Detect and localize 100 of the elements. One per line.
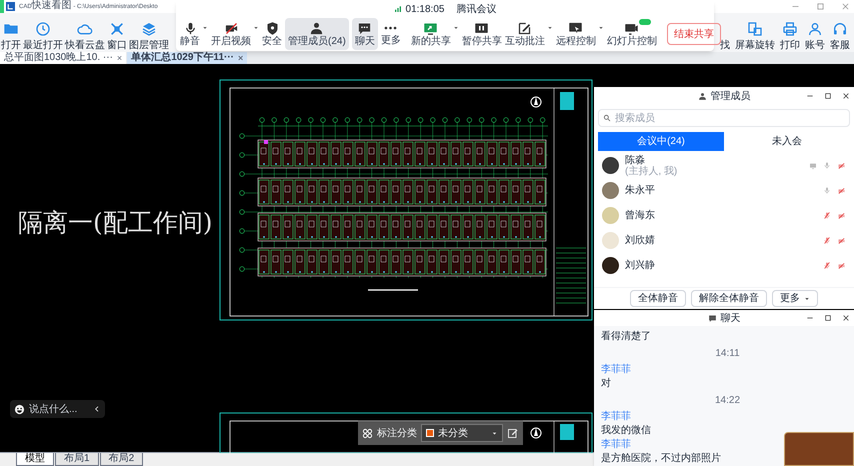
sender-name: 李菲菲: [601, 438, 632, 452]
screen-share-icon: [423, 20, 438, 36]
person-icon: [309, 20, 324, 36]
layers-icon: [141, 20, 157, 36]
comment-input[interactable]: 说点什么...: [29, 402, 85, 416]
message-time: 14:22: [714, 394, 740, 408]
toolbar-button[interactable]: 互动批注: [504, 18, 553, 50]
toolbar-button[interactable]: 账号: [805, 14, 825, 50]
drawing-label: 隔离一(配工作间): [18, 207, 213, 239]
remote-control-icon: [568, 20, 584, 36]
caret-icon: [546, 25, 553, 31]
pen-annotation-icon: [517, 20, 532, 36]
camera-off-icon[interactable]: [837, 162, 846, 170]
toolbar-button[interactable]: 开启视频: [211, 18, 259, 50]
avatar: [602, 207, 619, 224]
toolbar-button[interactable]: 新的共享: [410, 18, 459, 50]
caret-icon: [804, 296, 810, 302]
toolbar-button[interactable]: 暂停共享: [462, 18, 502, 50]
panel-button[interactable]: 全体静音: [630, 290, 686, 307]
toolbar-button[interactable]: 打印: [780, 14, 800, 50]
toolbar-button[interactable]: 更多: [380, 18, 401, 50]
avatar: [602, 232, 619, 249]
headset-icon: [832, 20, 848, 36]
member-name: 曾海东: [625, 210, 655, 221]
clock-icon: [35, 20, 51, 36]
layout-tab[interactable]: 布局2: [100, 453, 144, 466]
members-tab[interactable]: 会议中(24): [598, 132, 724, 151]
camera-off-icon[interactable]: [837, 212, 846, 220]
chat-message: 对: [601, 377, 612, 391]
end-share-button[interactable]: 结束共享: [666, 23, 721, 45]
member-name: 刘欣婧: [625, 235, 655, 246]
toolbar-button[interactable]: 管理成员(24): [285, 18, 349, 50]
avatar: [602, 182, 619, 199]
mic-muted-icon[interactable]: [823, 261, 831, 270]
sender-name: 李菲菲: [601, 410, 632, 424]
file-tab[interactable]: 总平面图1030晚上10. ··· ×: [0, 52, 126, 64]
toolbar-button[interactable]: 屏幕旋转: [735, 14, 775, 50]
person-icon: [698, 92, 706, 100]
meeting-timer: 01:18:05: [406, 2, 444, 16]
chat-bubble-icon: [708, 314, 716, 322]
caret-icon: [491, 430, 498, 436]
panel-button[interactable]: 更多: [772, 290, 818, 307]
annotation-label: 标注分类: [377, 426, 417, 440]
mic-muted-icon[interactable]: [823, 211, 831, 220]
close-icon[interactable]: [842, 92, 850, 100]
panel-button[interactable]: 解除全体静音: [691, 290, 767, 307]
layout-tab[interactable]: 布局1: [55, 453, 99, 466]
maximize-icon[interactable]: [824, 92, 832, 100]
edit-icon[interactable]: [507, 427, 519, 439]
close-icon[interactable]: [842, 314, 850, 322]
caret-icon: [202, 25, 208, 31]
search-input[interactable]: 搜索成员: [615, 110, 845, 126]
toolbar-button[interactable]: 安全: [262, 18, 282, 50]
caret-icon: [253, 25, 259, 31]
search-field[interactable]: 搜索成员: [598, 109, 850, 127]
photo-placeholder: [784, 432, 854, 466]
member-name: 朱永平: [625, 185, 655, 196]
toolbar-button[interactable]: 幻灯片控制: [606, 18, 657, 50]
layout-tab[interactable]: 模型: [16, 453, 54, 466]
meeting-title: 腾讯会议: [456, 2, 496, 16]
chat-bubble-icon: [357, 20, 372, 36]
toolbar-button[interactable]: 客服: [830, 14, 850, 50]
member-role: (主持人, 我): [625, 166, 678, 176]
camera-off-icon[interactable]: [837, 236, 846, 244]
rotate-screen-icon: [747, 20, 763, 36]
shield-icon: [264, 20, 280, 36]
pause-icon: [474, 20, 490, 36]
member-name: 刘兴静: [625, 260, 655, 271]
close-tab-button[interactable]: ×: [116, 52, 122, 64]
close-tab-button[interactable]: ×: [238, 52, 244, 64]
category-dropdown[interactable]: 未分类: [421, 424, 503, 442]
caret-icon: [598, 25, 604, 31]
toolbar-button[interactable]: 最近打开: [23, 14, 63, 50]
camera-off-icon[interactable]: [837, 186, 846, 194]
toolbar-button[interactable]: 图层管理: [129, 14, 169, 50]
toolbar-button[interactable]: 打开: [1, 14, 21, 50]
toolbar-button[interactable]: 快看云盘: [65, 14, 105, 50]
grid-icon[interactable]: [362, 428, 373, 438]
person-icon: [807, 20, 823, 36]
toolbar-button[interactable]: 窗口: [107, 14, 127, 50]
mic-muted-icon[interactable]: [823, 236, 831, 245]
panel-title: 聊天: [720, 312, 740, 326]
toolbar-button[interactable]: 远程控制: [556, 18, 604, 50]
window-icon: [109, 20, 125, 36]
avatar: [602, 257, 619, 274]
toolbar-button[interactable]: 聊天: [352, 18, 378, 50]
comment-field[interactable]: 说点什么...: [10, 400, 105, 418]
toolbar-button[interactable]: 找: [720, 14, 730, 50]
member-name: 陈淼: [625, 154, 646, 166]
emoji-icon[interactable]: [14, 404, 25, 414]
camera-off-icon[interactable]: [837, 262, 846, 270]
maximize-icon[interactable]: [824, 314, 832, 322]
chat-message: 我发的微信: [601, 424, 652, 438]
collapse-icon[interactable]: [93, 405, 101, 413]
chat-message: 看得清楚了: [601, 330, 652, 344]
sender-name: 李菲菲: [601, 363, 632, 377]
more-icon: [384, 26, 398, 30]
file-tab[interactable]: 单体汇总1029下午11··· ×: [127, 52, 248, 64]
panel-title: 管理成员: [710, 90, 750, 104]
toolbar-button[interactable]: 静音: [180, 18, 208, 50]
